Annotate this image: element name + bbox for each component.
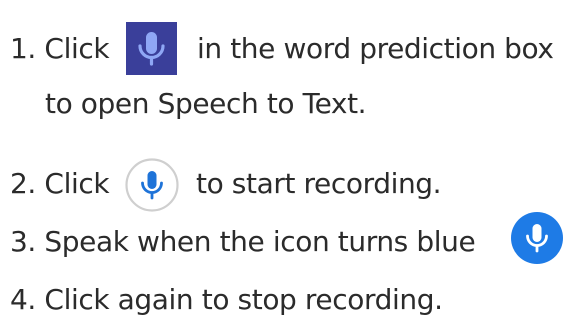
microphone-icon bbox=[125, 158, 179, 212]
microphone-icon bbox=[511, 212, 563, 264]
step-1-prefix: 1. Click bbox=[10, 32, 110, 65]
recording-mic-button[interactable] bbox=[511, 212, 563, 264]
step-2-prefix: 2. Click bbox=[10, 167, 110, 200]
start-recording-button[interactable] bbox=[125, 158, 179, 212]
step-2-suffix: to start recording. bbox=[196, 167, 442, 200]
step-3-text: 3. Speak when the icon turns blue bbox=[10, 225, 476, 258]
step-1-suffix: in the word prediction box bbox=[197, 32, 554, 65]
prediction-box-mic-button[interactable] bbox=[126, 22, 177, 75]
step-1-continuation: to open Speech to Text. bbox=[45, 87, 367, 120]
microphone-icon bbox=[126, 22, 177, 75]
step-4-text: 4. Click again to stop recording. bbox=[10, 283, 443, 316]
